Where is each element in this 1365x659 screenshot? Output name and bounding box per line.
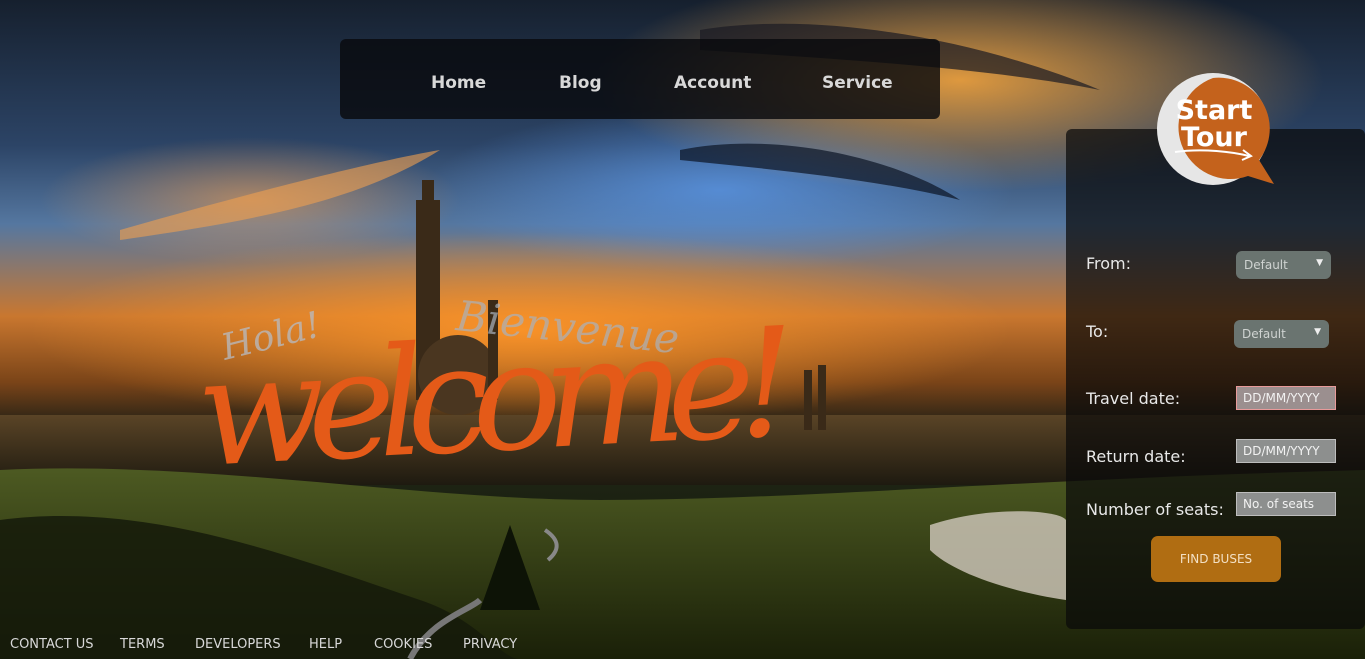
return-date-input[interactable]: DD/MM/YYYY — [1236, 439, 1336, 463]
to-select[interactable]: Default ▼ — [1234, 320, 1329, 348]
badge-line-1: Start — [1175, 95, 1253, 126]
return-date-label: Return date: — [1086, 447, 1186, 466]
nav-home-link[interactable]: Home — [431, 73, 486, 93]
footer-cookies-link[interactable]: COOKIES — [374, 637, 432, 652]
travel-date-label: Travel date: — [1086, 389, 1181, 408]
to-label: To: — [1086, 322, 1109, 341]
nav-blog-link[interactable]: Blog — [559, 73, 602, 93]
from-label: From: — [1086, 254, 1132, 273]
footer-developers-link[interactable]: DEVELOPERS — [195, 637, 281, 652]
main-nav: Home Blog Account Service — [340, 39, 940, 119]
footer-help-link[interactable]: HELP — [309, 637, 342, 652]
find-buses-button[interactable]: FIND BUSES — [1151, 536, 1281, 582]
from-select-value: Default — [1244, 258, 1288, 272]
nav-service-link[interactable]: Service — [822, 73, 893, 93]
seats-input[interactable]: No. of seats — [1236, 492, 1336, 516]
travel-date-input[interactable]: DD/MM/YYYY — [1236, 386, 1336, 410]
badge-line-2: Tour — [1181, 122, 1247, 153]
footer-terms-link[interactable]: TERMS — [120, 637, 165, 652]
nav-account-link[interactable]: Account — [674, 73, 751, 93]
to-select-value: Default — [1242, 327, 1286, 341]
dropdown-arrow-icon: ▼ — [1316, 258, 1323, 268]
from-select[interactable]: Default ▼ — [1236, 251, 1331, 279]
footer-privacy-link[interactable]: PRIVACY — [463, 637, 517, 652]
dropdown-arrow-icon: ▼ — [1314, 327, 1321, 337]
hero-background: Hola! Bienvenue welcome! Home Blog Accou… — [0, 0, 1365, 659]
bus-search-panel: From: Default ▼ To: Default ▼ Travel dat… — [1066, 129, 1365, 629]
seats-label: Number of seats: — [1086, 500, 1224, 519]
start-tour-title: Start Tour — [1172, 97, 1256, 151]
footer-contact-us-link[interactable]: CONTACT US — [10, 637, 94, 652]
